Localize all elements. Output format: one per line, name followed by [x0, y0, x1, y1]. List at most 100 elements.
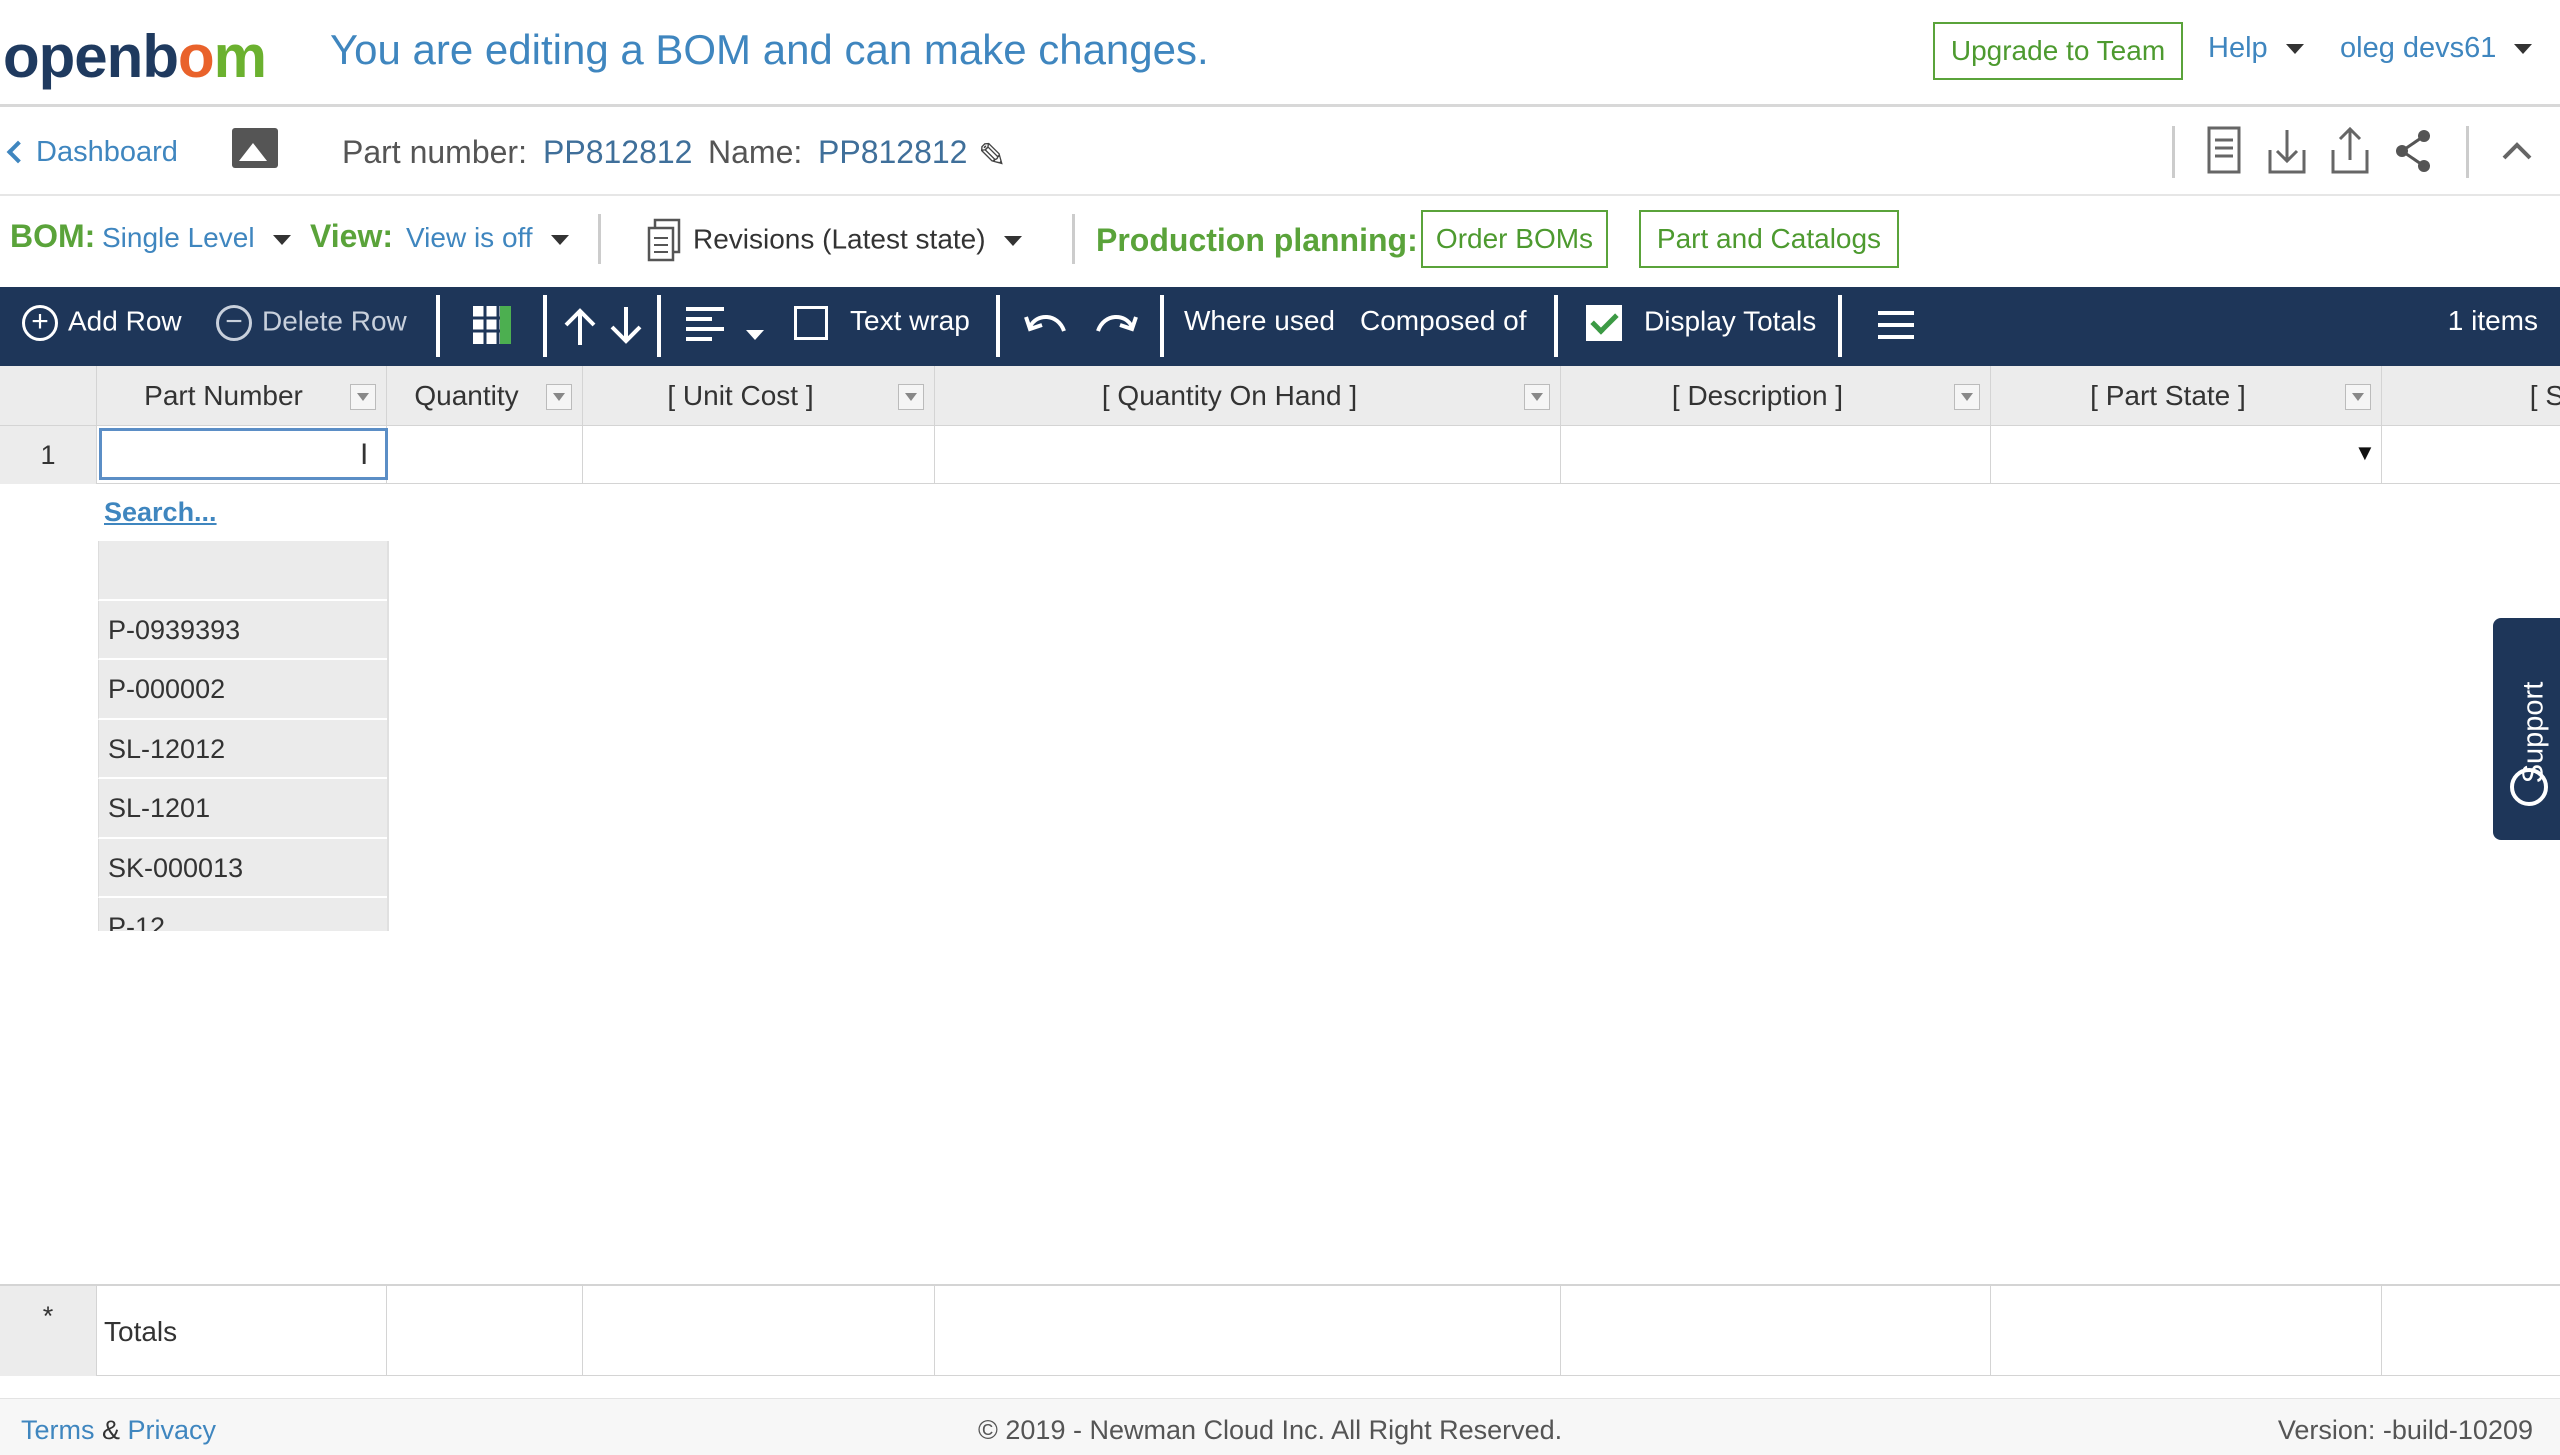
back-to-dashboard-link[interactable]: Dashboard: [6, 136, 178, 169]
openbom-logo[interactable]: openbom: [3, 22, 267, 91]
share-icon[interactable]: [2389, 124, 2437, 180]
cell-part-state[interactable]: [1991, 426, 2382, 484]
chevron-down-icon: [272, 234, 291, 245]
row-number[interactable]: 1: [0, 426, 97, 484]
revisions-dropdown[interactable]: Revisions (Latest state): [645, 218, 1022, 264]
totals-marker: *: [0, 1286, 97, 1376]
chevron-down-icon: [1003, 236, 1022, 246]
divider: [2172, 126, 2175, 178]
bom-type-dropdown[interactable]: Single Level: [102, 222, 291, 254]
upgrade-to-team-button[interactable]: Upgrade to Team: [1933, 22, 2183, 80]
upload-icon[interactable]: [2326, 124, 2374, 180]
cell-unit-cost[interactable]: [583, 426, 935, 484]
column-header-quantity-on-hand[interactable]: [ Quantity On Hand ]: [935, 366, 1561, 426]
document-icon[interactable]: [2200, 124, 2248, 180]
autocomplete-search-link[interactable]: Search...: [104, 497, 217, 528]
add-row-label: Add Row: [68, 305, 182, 337]
divider: [657, 295, 661, 357]
column-header-quantity[interactable]: Quantity: [387, 366, 583, 426]
autocomplete-option[interactable]: P-0939393: [98, 600, 387, 660]
column-header-partial[interactable]: [ S: [2382, 366, 2560, 426]
page-footer: Terms & Privacy © 2019 - Newman Cloud In…: [0, 1398, 2560, 1455]
text-wrap-toggle[interactable]: Text wrap: [794, 305, 970, 340]
redo-icon[interactable]: [1092, 305, 1140, 352]
where-used-button[interactable]: Where used: [1184, 305, 1335, 337]
production-planning-label: Production planning:: [1096, 222, 1418, 258]
divider: [598, 214, 601, 264]
autocomplete-option[interactable]: SK-000013: [98, 838, 387, 898]
support-tab[interactable]: Support: [2493, 618, 2560, 840]
name-value: PP812812: [818, 134, 968, 170]
align-dropdown-chevron-icon[interactable]: [746, 317, 764, 349]
chevron-left-icon: [6, 140, 30, 164]
column-header-unit-cost[interactable]: [ Unit Cost ]: [583, 366, 935, 426]
grid-icon[interactable]: [470, 303, 514, 354]
divider: [2466, 126, 2469, 178]
footer-links: Terms & Privacy: [21, 1415, 216, 1446]
download-icon[interactable]: [2263, 124, 2311, 180]
row-number-header: [0, 366, 97, 426]
text-wrap-label: Text wrap: [850, 305, 970, 336]
undo-icon[interactable]: [1022, 305, 1070, 352]
autocomplete-option[interactable]: SL-12012: [98, 719, 387, 779]
divider: [1160, 295, 1164, 357]
order-boms-button[interactable]: Order BOMs: [1421, 210, 1608, 268]
bom-type-label: BOM:: [10, 218, 96, 254]
filter-icon[interactable]: [1954, 384, 1980, 410]
autocomplete-option[interactable]: P-000002: [98, 660, 387, 720]
view-dropdown[interactable]: View is off: [406, 222, 569, 254]
footer-amp: &: [102, 1415, 121, 1445]
divider: [1554, 295, 1558, 357]
filter-icon[interactable]: [2345, 384, 2371, 410]
help-label: Help: [2208, 32, 2268, 64]
pencil-icon[interactable]: ✎: [978, 136, 1007, 176]
view-value: View is off: [406, 222, 533, 253]
part-number-edit-input[interactable]: [99, 428, 388, 480]
help-menu[interactable]: Help: [2208, 32, 2304, 65]
add-row-button[interactable]: + Add Row: [22, 305, 182, 341]
part-and-catalogs-button[interactable]: Part and Catalogs: [1639, 210, 1899, 268]
align-left-icon[interactable]: [684, 305, 726, 352]
cell-quantity[interactable]: [387, 426, 583, 484]
totals-label: Totals: [104, 1316, 178, 1347]
part-state-dropdown-arrow-icon[interactable]: ▼: [2354, 440, 2376, 466]
privacy-link[interactable]: Privacy: [128, 1415, 217, 1445]
chevron-up-icon[interactable]: [2493, 124, 2541, 180]
delete-row-button[interactable]: − Delete Row: [216, 305, 407, 341]
column-header-label: [ Part State ]: [2090, 380, 2246, 411]
terms-link[interactable]: Terms: [21, 1415, 95, 1445]
filter-icon[interactable]: [546, 384, 572, 410]
logo-text-prefix: openb: [3, 23, 179, 90]
image-icon[interactable]: [232, 128, 278, 168]
autocomplete-option[interactable]: P-12: [98, 898, 387, 931]
text-cursor-icon: I: [360, 438, 369, 471]
filter-icon[interactable]: [898, 384, 924, 410]
bom-type-value: Single Level: [102, 222, 255, 253]
grid-header-row: Part Number Quantity [ Unit Cost ] [ Qua…: [0, 366, 2560, 426]
display-totals-toggle[interactable]: Display Totals: [1586, 305, 1816, 341]
divider: [996, 295, 1000, 357]
column-header-part-state[interactable]: [ Part State ]: [1991, 366, 2382, 426]
arrow-down-icon[interactable]: [606, 303, 646, 356]
arrow-up-icon[interactable]: [560, 303, 600, 356]
filter-icon[interactable]: [1524, 384, 1550, 410]
plus-circle-icon: +: [22, 305, 58, 341]
hamburger-menu-icon[interactable]: [1876, 307, 1916, 350]
column-header-label: [ S: [2529, 380, 2560, 411]
filter-icon[interactable]: [350, 384, 376, 410]
composed-of-button[interactable]: Composed of: [1360, 305, 1527, 337]
column-header-part-number[interactable]: Part Number: [97, 366, 387, 426]
column-header-label: Part Number: [144, 380, 303, 411]
column-header-label: [ Description ]: [1671, 380, 1844, 411]
cell-quantity-on-hand[interactable]: [935, 426, 1561, 484]
user-menu[interactable]: oleg devs61: [2340, 32, 2533, 65]
autocomplete-option[interactable]: [98, 541, 387, 601]
part-info-bar: Dashboard Part number: PP812812 Name: PP…: [0, 110, 2560, 196]
part-number-label: Part number:: [342, 134, 527, 170]
totals-cell: [1561, 1286, 1991, 1376]
cell-description[interactable]: [1561, 426, 1991, 484]
column-header-description[interactable]: [ Description ]: [1561, 366, 1991, 426]
column-header-label: [ Quantity On Hand ]: [1101, 380, 1358, 411]
autocomplete-option[interactable]: SL-1201: [98, 779, 387, 839]
divider: [1072, 214, 1075, 264]
